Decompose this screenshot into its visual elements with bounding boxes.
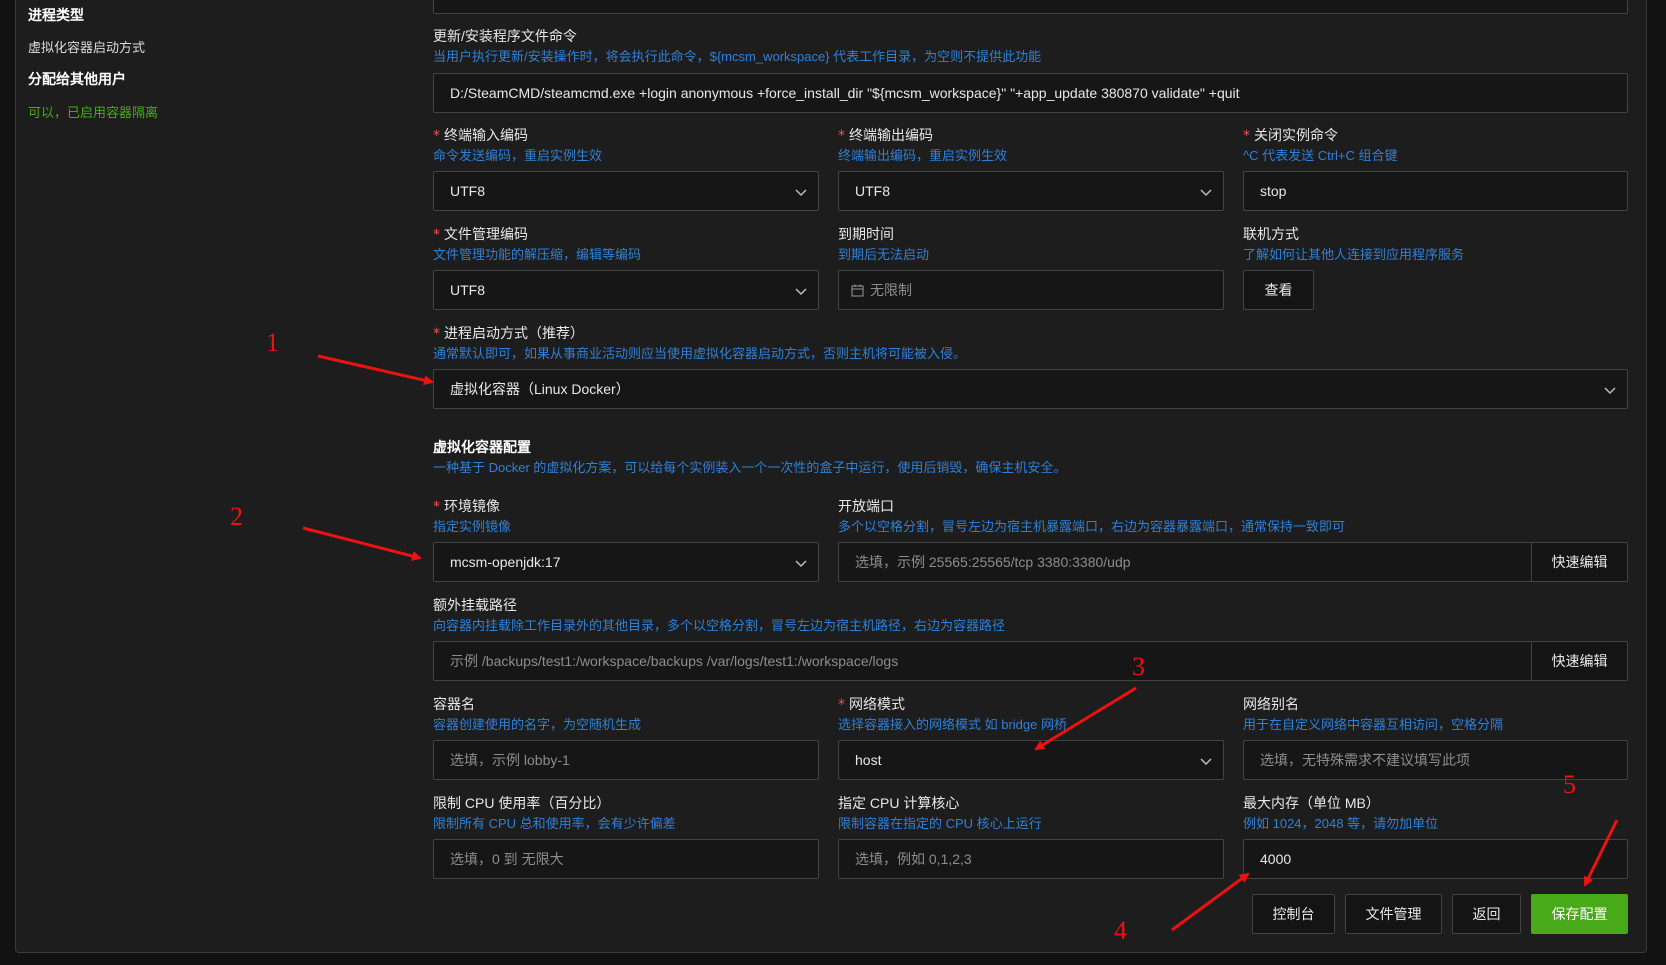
arrow-4 [1171, 872, 1250, 932]
arrow-3 [1034, 686, 1137, 751]
annotation-1: 1 [266, 328, 279, 357]
arrow-1 [317, 354, 434, 386]
annotation-2: 2 [230, 502, 243, 531]
annotation-3: 3 [1132, 652, 1145, 681]
annotation-5: 5 [1563, 770, 1576, 799]
annotation-arrows [302, 354, 1619, 932]
annotation-4: 4 [1114, 916, 1127, 945]
arrow-5 [1583, 819, 1619, 887]
arrow-2 [302, 526, 422, 561]
